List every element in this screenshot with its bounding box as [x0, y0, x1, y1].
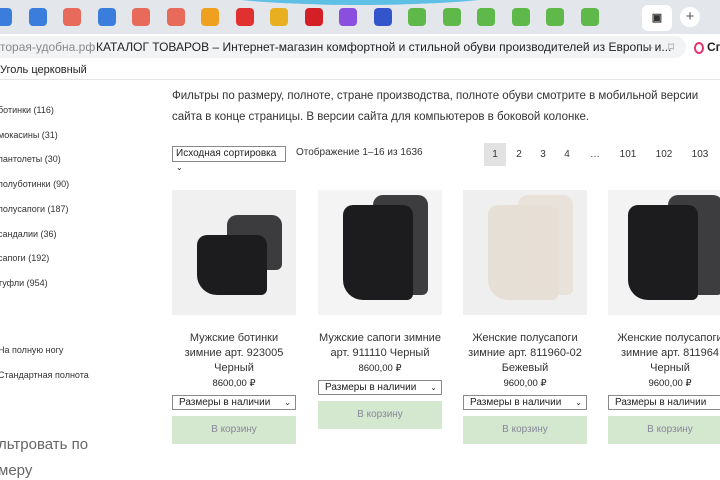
product-price: 9600,00 ₽	[503, 378, 547, 389]
tab-yu-icon[interactable]	[339, 8, 357, 26]
bookmark-item[interactable]: Уголь церковный	[0, 64, 87, 76]
size-select[interactable]: Размеры в наличии⌄	[608, 395, 720, 410]
tab-leaf-icon[interactable]	[408, 8, 426, 26]
category-link[interactable]: полуботинки (90)	[0, 179, 69, 189]
tab-yandex-icon[interactable]	[166, 8, 185, 26]
tab-yandex-icon[interactable]	[132, 8, 150, 26]
page-link[interactable]: 2	[508, 143, 530, 166]
page-link[interactable]: 4	[556, 143, 578, 166]
size-select[interactable]: Размеры в наличии ⌄	[172, 395, 296, 410]
decorative-arc	[170, 0, 550, 5]
alice-icon	[694, 41, 704, 54]
product-image[interactable]	[463, 190, 587, 315]
more-icon[interactable]: ···	[642, 34, 654, 60]
product-price: 9600,00 ₽	[648, 378, 692, 389]
sort-select[interactable]: Исходная сортировка ⌄	[172, 146, 286, 172]
product-price: 8600,00 ₽	[358, 363, 402, 374]
alice-label: Сп	[707, 40, 720, 54]
tab-leaf-icon[interactable]	[477, 8, 495, 26]
tab-mail-icon[interactable]	[0, 8, 12, 26]
size-select-value: Размеры в наличии	[325, 382, 417, 393]
size-select-value: Размеры в наличии	[615, 397, 707, 408]
product-card: Мужские ботинки зимние арт. 923005 Черны…	[172, 190, 296, 444]
tab-yandex-icon[interactable]	[63, 8, 81, 26]
page-link[interactable]: 3	[532, 143, 554, 166]
tab-leaf-icon[interactable]	[442, 8, 461, 26]
add-to-cart-button[interactable]: В корзину	[318, 401, 442, 429]
tab-leaf-icon[interactable]	[546, 8, 564, 26]
category-link[interactable]: полусапоги (187)	[0, 204, 69, 214]
tab-site-icon[interactable]	[373, 8, 392, 26]
product-price: 8600,00 ₽	[212, 378, 256, 389]
address-bar[interactable]: торая-удобна.рф КАТАЛОГ ТОВАРОВ – Интерн…	[0, 34, 720, 60]
add-to-cart-button[interactable]: В корзину	[463, 416, 587, 444]
size-select-value: Размеры в наличии	[179, 397, 271, 408]
tab-arrow-icon[interactable]	[201, 8, 219, 26]
result-count: Отображение 1–16 из 1636	[296, 147, 423, 158]
sort-value: Исходная сортировка	[176, 148, 277, 159]
chevron-down-icon: ⌄	[284, 398, 291, 407]
chevron-down-icon: ⌄	[575, 398, 582, 407]
size-select[interactable]: Размеры в наличии ⌄	[318, 380, 442, 395]
chevron-down-icon: ⌄	[430, 383, 437, 392]
product-name[interactable]: Мужские ботинки зимние арт. 923005 Черны…	[172, 331, 296, 376]
add-to-cart-button[interactable]: В корзину	[608, 416, 720, 444]
fullness-standard[interactable]: Стандартная полнота	[0, 370, 89, 380]
tab-bolt-icon[interactable]	[28, 8, 47, 26]
category-link[interactable]: ботинки (116)	[0, 105, 54, 115]
chevron-down-icon: ⌄	[176, 163, 183, 172]
size-select[interactable]: Размеры в наличии ⌄	[463, 395, 587, 410]
product-card: Женские полусапоги зимние арт. 811964 Че…	[608, 190, 720, 444]
size-select-value: Размеры в наличии	[470, 397, 562, 408]
product-image[interactable]	[318, 190, 442, 315]
tab-cloud-icon[interactable]	[97, 8, 116, 26]
filter-heading-cont: меру	[0, 462, 33, 479]
fullness-full[interactable]: На полную ногу	[0, 345, 63, 355]
tab-image-icon[interactable]	[270, 8, 288, 26]
site-favicon-icon: ▣	[651, 12, 663, 24]
page-link[interactable]: 101	[612, 143, 644, 166]
page-title: КАТАЛОГ ТОВАРОВ – Интернет-магазин комфо…	[96, 40, 672, 54]
tab-leaf-icon[interactable]	[511, 8, 530, 26]
category-link[interactable]: туфли (954)	[0, 278, 48, 288]
tab-five-icon[interactable]	[235, 8, 254, 26]
product-card: Женские полусапоги зимние арт. 811960-02…	[463, 190, 587, 444]
tab-bar: ▣ +	[0, 0, 720, 34]
product-name[interactable]: Женские полусапоги зимние арт. 811960-02…	[463, 331, 587, 376]
active-tab[interactable]: ▣	[642, 5, 672, 31]
product-image[interactable]	[172, 190, 296, 315]
page-link[interactable]: 1	[484, 143, 506, 166]
category-link[interactable]: сандалии (36)	[0, 229, 57, 239]
category-link[interactable]: сапоги (192)	[0, 253, 49, 263]
category-link[interactable]: пантолеты (30)	[0, 154, 61, 164]
add-to-cart-button[interactable]: В корзину	[172, 416, 296, 444]
bookmark-icon[interactable]: ⌑	[668, 34, 674, 60]
product-card: Мужские сапоги зимние арт. 911110 Черный…	[318, 190, 442, 429]
alice-button[interactable]: Сп	[694, 34, 720, 60]
url-domain[interactable]: торая-удобна.рф	[0, 34, 95, 60]
product-name[interactable]: Мужские сапоги зимние арт. 911110 Черный	[318, 331, 442, 361]
page-link[interactable]: 103	[684, 143, 716, 166]
tab-hh-icon[interactable]	[304, 8, 323, 26]
product-image[interactable]	[608, 190, 720, 315]
category-link[interactable]: мокасины (31)	[0, 130, 58, 140]
new-tab-button[interactable]: +	[680, 7, 700, 27]
product-name[interactable]: Женские полусапоги зимние арт. 811964 Че…	[608, 331, 720, 376]
filter-heading: льтровать по	[0, 436, 89, 453]
filter-notice: Фильтры по размеру, полноте, стране прои…	[172, 90, 699, 123]
page-link: …	[590, 149, 600, 160]
tab-leaf-icon[interactable]	[580, 8, 599, 26]
bookmarks-bar: Уголь церковный	[0, 60, 720, 80]
page-link[interactable]: 102	[648, 143, 680, 166]
